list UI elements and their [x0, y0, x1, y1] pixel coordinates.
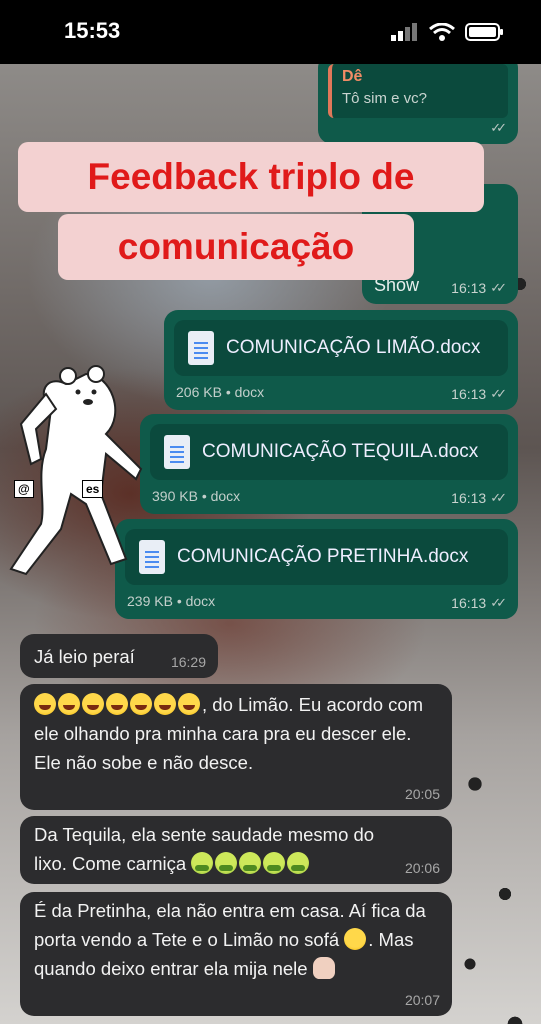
- incoming-message-1[interactable]: Já leio peraí 16:29: [20, 634, 218, 678]
- battery-icon: [465, 23, 503, 41]
- document-size: 390 KB • docx: [152, 488, 241, 504]
- quoted-text: Tô sim e vc?: [342, 90, 428, 107]
- nauseated-emoji-icon: [239, 852, 262, 874]
- message-time: 20:05: [404, 786, 440, 802]
- signal-icon: [391, 23, 417, 41]
- message-body: , do Limão. Eu acordo com ele olhando pr…: [34, 690, 438, 777]
- document-name: COMUNICAÇÃO TEQUILA.docx: [202, 441, 479, 462]
- laughing-emoji-icon: [106, 693, 128, 715]
- status-icons: [391, 22, 505, 42]
- quoted-message[interactable]: Dê Tô sim e vc?: [328, 64, 508, 118]
- document-meta: 16:13 ✓✓: [451, 386, 507, 402]
- read-ticks-icon: ✓✓: [490, 120, 507, 135]
- message-text: Da Tequila, ela sente saudade mesmo do: [34, 824, 375, 845]
- read-ticks-icon: ✓✓: [490, 595, 507, 610]
- read-ticks-icon: ✓✓: [490, 490, 507, 505]
- sticker-handle-tag-tail: es: [82, 480, 104, 498]
- document-name: COMUNICAÇÃO PRETINHA.docx: [177, 546, 469, 567]
- document-icon: [188, 331, 214, 365]
- message-time: 16:29: [170, 654, 206, 670]
- title-sticker-line2: comunicação: [58, 214, 414, 280]
- document-time: 16:13: [451, 490, 487, 506]
- document-meta: 16:13 ✓✓: [451, 490, 507, 506]
- document-size: 206 KB • docx: [176, 384, 265, 400]
- document-card[interactable]: COMUNICAÇÃO PRETINHA.docx: [125, 529, 508, 585]
- laughing-emoji-icon: [130, 693, 152, 715]
- document-time: 16:13: [451, 386, 487, 402]
- reply-bubble[interactable]: Dê Tô sim e vc? ✓✓: [318, 64, 518, 144]
- message-body: É da Pretinha, ela não entra em casa. Aí…: [34, 896, 438, 983]
- sticker-handle-start: @: [18, 482, 30, 496]
- bear-sticker: [9, 365, 143, 576]
- status-time: 15:53: [64, 18, 121, 43]
- laughing-emoji-icon: [178, 693, 200, 715]
- sticker-handle-end: es: [86, 482, 100, 496]
- wifi-icon: [429, 23, 455, 41]
- laughing-emoji-icon: [34, 693, 56, 715]
- document-size: 239 KB • docx: [127, 593, 216, 609]
- message-text-continued: lixo. Come carniça: [34, 853, 187, 874]
- incoming-message-3[interactable]: Da Tequila, ela sente saudade mesmo do l…: [20, 816, 452, 884]
- sticker-handle-tag: @: [14, 480, 34, 498]
- reply-meta: ✓✓: [490, 120, 507, 136]
- title-line2: comunicação: [117, 226, 355, 267]
- document-message-tequila[interactable]: COMUNICAÇÃO TEQUILA.docx 390 KB • docx 1…: [140, 414, 518, 514]
- incoming-message-2[interactable]: , do Limão. Eu acordo com ele olhando pr…: [20, 684, 452, 810]
- document-time: 16:13: [451, 595, 487, 611]
- document-message-pretinha[interactable]: COMUNICAÇÃO PRETINHA.docx 239 KB • docx …: [115, 519, 518, 619]
- read-ticks-icon: ✓✓: [490, 386, 507, 401]
- laughing-emoji-icon: [58, 693, 80, 715]
- document-meta: 16:13 ✓✓: [451, 595, 507, 611]
- nauseated-emoji-icon: [191, 852, 214, 874]
- read-ticks-icon: ✓✓: [490, 280, 507, 295]
- status-bar: 15:53: [0, 0, 541, 64]
- incoming-message-4[interactable]: É da Pretinha, ela não entra em casa. Aí…: [20, 892, 452, 1016]
- laughing-emoji-icon: [82, 693, 104, 715]
- document-message-limao[interactable]: COMUNICAÇÃO LIMÃO.docx 206 KB • docx 16:…: [164, 310, 518, 410]
- message-time: 20:07: [404, 992, 440, 1008]
- message-text: , do Limão. Eu: [202, 694, 322, 715]
- document-card[interactable]: COMUNICAÇÃO LIMÃO.docx: [174, 320, 508, 376]
- document-name: COMUNICAÇÃO LIMÃO.docx: [226, 337, 481, 358]
- laughing-emoji-icon: [154, 693, 176, 715]
- document-card[interactable]: COMUNICAÇÃO TEQUILA.docx: [150, 424, 508, 480]
- nauseated-emoji-icon: [263, 852, 286, 874]
- show-meta: 16:13 ✓✓: [451, 280, 507, 296]
- pleading-face-emoji-icon: [344, 928, 367, 950]
- nauseated-emoji-icon: [287, 852, 310, 874]
- title-line1: Feedback triplo de: [87, 156, 415, 197]
- title-sticker-line1: Feedback triplo de: [18, 142, 484, 212]
- message-body: Da Tequila, ela sente saudade mesmo do l…: [34, 820, 438, 878]
- quoted-author: Dê: [342, 68, 363, 85]
- message-time: 20:06: [404, 860, 440, 876]
- facepalm-emoji-icon: [312, 957, 335, 979]
- show-time: 16:13: [451, 280, 487, 296]
- nauseated-emoji-icon: [215, 852, 238, 874]
- chat-area[interactable]: Dê Tô sim e vc? ✓✓ Show 16:13 ✓✓ Feedbac…: [0, 64, 541, 1024]
- document-icon: [164, 435, 190, 469]
- message-text: Já leio peraí: [34, 646, 135, 667]
